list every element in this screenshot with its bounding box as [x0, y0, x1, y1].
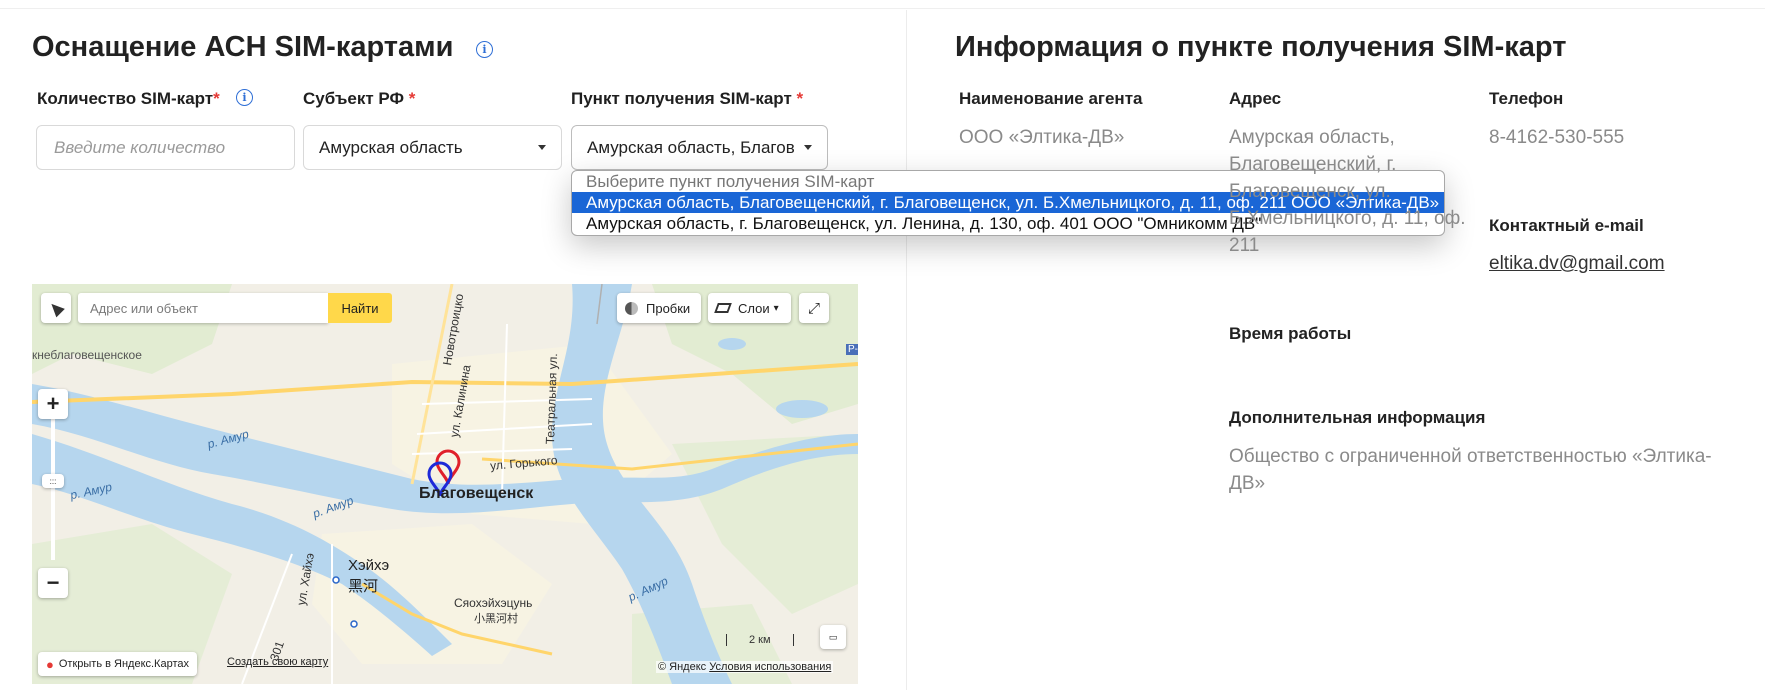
sim-count-field[interactable] — [36, 125, 295, 170]
location-arrow-icon — [47, 299, 65, 317]
agent-value: ООО «Элтика-ДВ» — [959, 127, 1125, 148]
ruler-icon: ▭ — [828, 631, 838, 642]
required-mark: * — [213, 89, 220, 108]
pickup-select-value: Амурская область, Благове — [587, 137, 794, 157]
required-mark: * — [408, 89, 416, 108]
address-value: Амурская область, Благовещенский, г. Бла… — [1229, 127, 1466, 256]
region-select-value: Амурская область — [319, 137, 463, 157]
expand-icon: ⤢ — [807, 299, 820, 317]
map-pin-icon: ● — [46, 656, 54, 672]
phone-value: 8-4162-530-555 — [1489, 127, 1625, 148]
map-label-suburb: кнеблаговещенское — [32, 348, 142, 362]
locate-button[interactable] — [41, 293, 71, 323]
hours-label: Время работы — [1229, 324, 1352, 343]
copyright-note: © Яндекс Условия использования — [656, 661, 834, 673]
info-icon[interactable]: i — [476, 41, 493, 58]
yandex-map[interactable]: Найти Пробки Слои ▾ ⤢ + ::: − кнеблагове… — [32, 284, 858, 684]
info-title: Информация о пункте получения SIM-карт — [955, 31, 1567, 63]
pickup-select[interactable]: Амурская область, Благове — [571, 125, 828, 170]
region-label: Субъект РФ * — [303, 89, 416, 108]
open-in-yandex-button[interactable]: ● Открыть в Яндекс.Картах — [38, 652, 197, 676]
extra-info-value: Общество с ограниченной ответственностью… — [1229, 446, 1712, 494]
sim-count-label: Количество SIM-карт* — [37, 89, 220, 108]
required-mark: * — [796, 89, 804, 108]
terms-link[interactable]: Условия использования — [709, 661, 831, 673]
create-map-link[interactable]: Создать свою карту — [227, 656, 328, 668]
sim-count-input[interactable] — [52, 136, 279, 159]
traffic-label: Пробки — [646, 300, 691, 316]
address-label: Адрес — [1229, 89, 1282, 108]
extra-info-label: Дополнительная информация — [1229, 408, 1486, 427]
chevron-down-icon — [538, 145, 546, 150]
zoom-in-button[interactable]: + — [38, 389, 68, 419]
zoom-slider-handle[interactable]: ::: — [42, 474, 64, 488]
email-link[interactable]: eltika.dv@gmail.com — [1489, 253, 1665, 275]
page-title: Оснащение АСН SIM-картами — [32, 31, 454, 63]
map-search-input[interactable] — [88, 299, 328, 317]
region-select[interactable]: Амурская область — [303, 125, 562, 170]
map-find-button[interactable]: Найти — [328, 293, 392, 323]
chevron-down-icon: ▾ — [773, 302, 779, 314]
layers-icon — [714, 303, 732, 313]
zoom-out-button[interactable]: − — [38, 568, 68, 598]
traffic-button[interactable]: Пробки — [617, 293, 701, 323]
top-divider — [0, 8, 1765, 9]
traffic-icon — [625, 301, 638, 315]
map-scale: 2 км — [726, 634, 794, 646]
email-label: Контактный e-mail — [1489, 216, 1644, 235]
map-label-city: Благовещенск — [419, 485, 534, 502]
map-label-village: Сяохэйхэцунь — [454, 596, 533, 610]
map-search-field[interactable] — [78, 293, 328, 323]
agent-label: Наименование агента — [959, 89, 1143, 108]
pickup-label: Пункт получения SIM-карт * — [571, 89, 804, 108]
open-in-yandex-label: Открыть в Яндекс.Картах — [58, 658, 189, 670]
map-label-city: Хэйхэ — [348, 557, 390, 574]
layers-label: Слои — [738, 300, 770, 316]
column-divider — [906, 10, 907, 690]
ruler-button[interactable]: ▭ — [820, 625, 846, 649]
fullscreen-button[interactable]: ⤢ — [799, 293, 829, 323]
phone-label: Телефон — [1489, 89, 1564, 108]
chevron-down-icon — [804, 145, 812, 150]
map-road-sign: Р-2 — [846, 344, 858, 355]
sim-count-info-icon[interactable]: i — [236, 89, 253, 106]
map-label-village: 小黑河村 — [474, 613, 518, 625]
map-label-city: 黑河 — [348, 578, 379, 595]
layers-button[interactable]: Слои ▾ — [708, 293, 791, 323]
